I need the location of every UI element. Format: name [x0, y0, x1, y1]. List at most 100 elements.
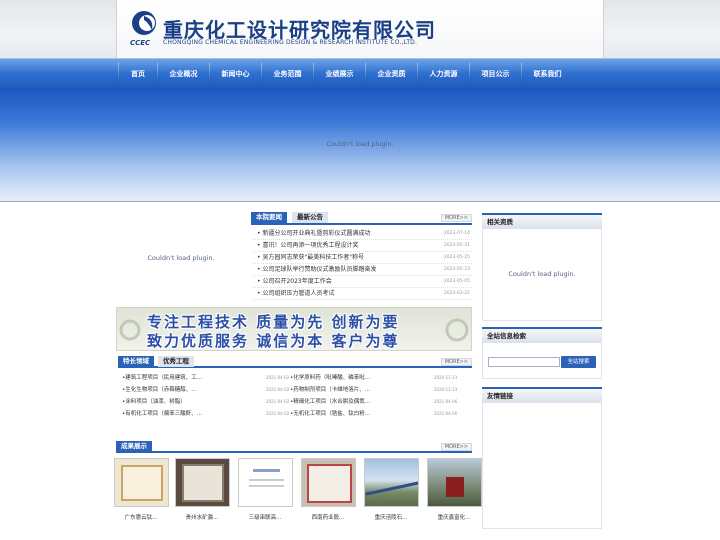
gallery-title: 成果展示 [116, 441, 152, 452]
friendly-links-title: 友情链接 [482, 387, 602, 403]
certificate-image[interactable] [238, 458, 293, 507]
list-item: • 生化生物项目（赤藓糖醇、... 2021-04-02 • 药物制剂项目（卡维… [118, 384, 472, 396]
left-plugin-area: Couldn't load plugin. [114, 212, 248, 304]
slogan-line-1: 专注工程技术 质量为先 创新为要 [147, 313, 400, 331]
gallery-item[interactable]: 重庆涪陵石... [362, 457, 420, 527]
project-date: 2021-04-02 [266, 387, 290, 392]
project-date: 2020-11-23 [434, 387, 458, 392]
slogan-line-2: 致力优质服务 诚信为本 客户为尊 [147, 332, 400, 350]
gallery-more-link[interactable]: MORE>> [440, 443, 472, 451]
projects-list: • 建筑工程项目（民用建筑、工... 2021-04-02 • 化学原料药（吡嗪… [118, 372, 472, 420]
bridge-photo-image[interactable] [364, 458, 419, 507]
nav-item-business-scope[interactable]: 业务范围 [262, 59, 313, 89]
related-qualifications-panel: Couldn't load plugin. [482, 229, 602, 321]
gallery-caption[interactable]: 三级串联高... [236, 513, 294, 521]
news-date: 2023-05-25 [443, 255, 470, 260]
news-item[interactable]: • 吴方园同志荣获"最美科技工作者"称号 2023-05-25 [253, 252, 472, 264]
project-date: 2020-11-23 [434, 375, 458, 380]
nav-item-human-resources[interactable]: 人力资源 [418, 59, 469, 89]
certificate-image[interactable] [114, 458, 169, 507]
certificate-image[interactable] [175, 458, 230, 507]
news-title[interactable]: • 喜讯！公司再添一项优秀工程设计奖 [257, 240, 437, 252]
nav-item-home[interactable]: 首页 [119, 59, 157, 89]
project-date: 2021-04-02 [266, 375, 290, 380]
news-item[interactable]: • 公司足球队举行赞助仪式激励队员脚踏奋发 2023-05-23 [253, 264, 472, 276]
gallery-header: 成果展示 MORE>> [116, 441, 472, 453]
site-search-button[interactable]: 全站搜索 [561, 356, 596, 368]
achievement-gallery: 广东惠云钛... 贵州水矿瀛... 三级串联高... 西南药业股... 重庆涪陵… [112, 457, 482, 527]
news-date: 2023-05-05 [443, 279, 470, 284]
plugin-error-message: Couldn't load plugin. [326, 140, 394, 148]
news-date: 2023-05-23 [443, 267, 470, 272]
news-date: 2023-03-22 [443, 291, 470, 296]
list-item: • 建筑工程项目（民用建筑、工... 2021-04-02 • 化学原料药（吡嗪… [118, 372, 472, 384]
tab-excellent-projects[interactable]: 优秀工程 [158, 356, 194, 367]
list-item: • 有机化工项目（偏苯三酸酐、... 2021-04-02 • 无机化工项目（锆… [118, 408, 472, 420]
gallery-item[interactable]: 三级串联高... [236, 457, 294, 527]
company-name-en: CHONGQING CHEMICAL ENGINEERING DESIGN & … [163, 39, 418, 46]
gallery-caption[interactable]: 重庆涪陵石... [362, 513, 420, 521]
company-watermark-icon [445, 318, 469, 342]
project-link[interactable]: • 化学原料药（吡嗪酸、磷苯吡... [290, 372, 380, 384]
gallery-item[interactable]: 西南药业股... [299, 457, 357, 527]
gear-decoration-icon [119, 319, 141, 341]
project-date: 2021-04-02 [266, 399, 290, 404]
news-item[interactable]: • 喜讯！公司再添一项优秀工程设计奖 2023-05-31 [253, 240, 472, 252]
project-link[interactable]: • 药物制剂项目（卡维地洛片、... [290, 384, 380, 396]
news-date: 2023-05-31 [443, 243, 470, 248]
project-date: 2021-04-02 [266, 411, 290, 416]
project-link[interactable]: • 无机化工项目（锆盐、钛白粉... [290, 408, 380, 420]
news-item[interactable]: • 公司组织压力管道人员考试 2023-03-22 [253, 288, 472, 300]
gallery-caption[interactable]: 重庆鑫富化... [425, 513, 483, 521]
nav-item-company-overview[interactable]: 企业概况 [158, 59, 209, 89]
banner-plugin: Couldn't load plugin. [0, 88, 720, 202]
gallery-caption[interactable]: 西南药业股... [299, 513, 357, 521]
tab-latest-announcements[interactable]: 最新公告 [292, 212, 328, 223]
project-link[interactable]: • 涂料项目（油漆、树脂） [122, 396, 212, 408]
news-title[interactable]: • 吴方园同志荣获"最美科技工作者"称号 [257, 252, 437, 264]
news-title[interactable]: • 公司组织压力管道人员考试 [257, 288, 437, 300]
related-qualifications-title: 相关资质 [482, 213, 602, 229]
main-navigation: 首页 企业概况 新闻中心 业务范围 业绩展示 企业资质 人力资源 项目公示 联系… [0, 58, 720, 88]
nav-item-achievements[interactable]: 业绩展示 [314, 59, 365, 89]
tab-specialty-fields[interactable]: 特长领域 [118, 356, 154, 367]
projects-tabs: 特长领域 优秀工程 MORE>> [118, 356, 472, 368]
certificate-image[interactable] [301, 458, 356, 507]
project-link[interactable]: • 有机化工项目（偏苯三酸酐、... [122, 408, 212, 420]
nav-item-news-center[interactable]: 新闻中心 [210, 59, 261, 89]
site-search-title: 全站信息检索 [482, 327, 602, 343]
plant-photo-image[interactable] [427, 458, 482, 507]
news-tabs: 本院要闻 最新公告 MORE>> [251, 212, 472, 225]
slogan-banner: 专注工程技术 质量为先 创新为要 致力优质服务 诚信为本 客户为尊 [116, 307, 472, 351]
news-item[interactable]: • 公司召开2023年度工作会 2023-05-05 [253, 276, 472, 288]
news-more-link[interactable]: MORE>> [440, 214, 472, 222]
nav-item-contact-us[interactable]: 联系我们 [522, 59, 573, 89]
site-search-input[interactable] [488, 357, 560, 367]
project-link[interactable]: • 精细化工项目（水合肼及偶氮... [290, 396, 380, 408]
list-item: • 涂料项目（油漆、树脂） 2021-04-02 • 精细化工项目（水合肼及偶氮… [118, 396, 472, 408]
nav-item-qualifications[interactable]: 企业资质 [366, 59, 417, 89]
gallery-caption[interactable]: 贵州水矿瀛... [173, 513, 231, 521]
project-date: 2021-04-06 [434, 399, 458, 404]
project-link[interactable]: • 建筑工程项目（民用建筑、工... [122, 372, 212, 384]
gallery-item[interactable]: 贵州水矿瀛... [173, 457, 231, 527]
project-link[interactable]: • 生化生物项目（赤藓糖醇、... [122, 384, 212, 396]
news-list: • 新疆分公司开业典礼暨剪彩仪式圆满成功 2023-07-14 • 喜讯！公司再添… [253, 228, 472, 300]
plugin-error-message: Couldn't load plugin. [147, 254, 215, 262]
news-item[interactable]: • 新疆分公司开业典礼暨剪彩仪式圆满成功 2023-07-14 [253, 228, 472, 240]
friendly-links-panel [482, 403, 602, 529]
news-title[interactable]: • 公司召开2023年度工作会 [257, 276, 437, 288]
gallery-item[interactable]: 广东惠云钛... [112, 457, 170, 527]
projects-more-link[interactable]: MORE>> [440, 358, 472, 366]
news-title[interactable]: • 公司足球队举行赞助仪式激励队员脚踏奋发 [257, 264, 437, 276]
gallery-item[interactable]: 重庆鑫富化... [425, 457, 483, 527]
tab-institute-news[interactable]: 本院要闻 [251, 212, 287, 223]
gallery-caption[interactable]: 广东惠云钛... [112, 513, 170, 521]
news-date: 2023-07-14 [443, 231, 470, 236]
company-abbreviation: CCEC [130, 39, 151, 47]
news-title[interactable]: • 新疆分公司开业典礼暨剪彩仪式圆满成功 [257, 228, 437, 240]
project-date: 2021-04-06 [434, 411, 458, 416]
nav-item-project-notice[interactable]: 项目公示 [470, 59, 521, 89]
plugin-error-message: Couldn't load plugin. [508, 270, 576, 278]
company-logo-icon [132, 11, 156, 35]
